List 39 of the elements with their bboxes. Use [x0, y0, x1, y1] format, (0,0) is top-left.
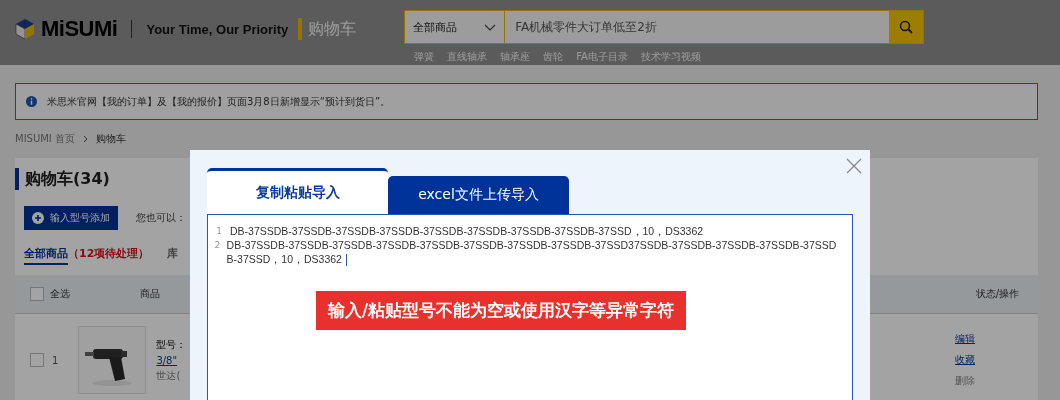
- also-label: 您也可以：: [136, 211, 186, 225]
- row-checkbox[interactable]: [30, 353, 44, 367]
- code-line: DB-37SSDB-37SSDB-37SSDB-37SSDB-37SSDB-37SSDB-37SSDB-37SSDB-37SSD37SSDB-37SSDB-37SSDB-37SSDB-37SSDB-37SSD，10，DS3362: [226, 238, 838, 267]
- line-number: 2: [213, 239, 222, 252]
- paste-editor[interactable]: [207, 214, 853, 400]
- cart-title: 购物车(34): [25, 168, 110, 190]
- line-number: 1: [215, 225, 223, 238]
- brand-logo[interactable]: MiSUMi: [41, 16, 118, 42]
- breadcrumb-link[interactable]: MISUMI 首页: [15, 132, 75, 146]
- tagline: Your Time, Our Priority: [146, 21, 289, 37]
- pending-count: （12项待处理）: [68, 246, 150, 262]
- page-title: 购物车: [308, 18, 357, 40]
- close-button[interactable]: [846, 158, 862, 174]
- notice-text: 米思米官网【我的订单】及【我的报价】页面3月8日新增显示“预计到货日”。: [47, 94, 391, 109]
- action-link[interactable]: 编辑: [955, 332, 975, 346]
- import-tab[interactable]: 复制粘贴导入: [207, 168, 388, 214]
- chevron-right-icon: [83, 135, 88, 143]
- delete-link[interactable]: 删除: [955, 374, 975, 388]
- breadcrumb-current: 购物车: [96, 132, 126, 146]
- column-header: 商品: [140, 287, 160, 301]
- close-icon: [846, 158, 862, 174]
- logo-icon: [15, 17, 35, 41]
- select-all-checkbox[interactable]: [30, 287, 44, 301]
- error-tooltip: 输入/粘贴型号不能为空或使用汉字等异常字符: [316, 291, 687, 330]
- action-link[interactable]: 收藏: [955, 353, 975, 367]
- plus-circle-icon: [32, 212, 44, 224]
- product-link[interactable]: 3/8": [156, 354, 187, 366]
- row-number: 1: [52, 354, 59, 366]
- code-line: DB-37SSDB-37SSDB-37SSDB-37SSDB-37SSDB-37SSDB-37SSDB-37SSDB-37SSD，10，DS3362: [230, 224, 704, 238]
- brand-text: 世达(: [156, 368, 182, 383]
- import-tab[interactable]: excel文件上传导入: [388, 176, 569, 214]
- info-icon: [26, 96, 37, 107]
- filter-tab[interactable]: 库: [167, 246, 179, 265]
- model-label: 型号：: [156, 337, 187, 352]
- add-model-button[interactable]: 输入型号添加: [24, 206, 118, 230]
- filter-tab[interactable]: 全部商品: [24, 246, 68, 265]
- text-cursor: [345, 254, 347, 267]
- column-header: 状态/操作: [975, 287, 1019, 301]
- column-header: 全选: [50, 287, 70, 301]
